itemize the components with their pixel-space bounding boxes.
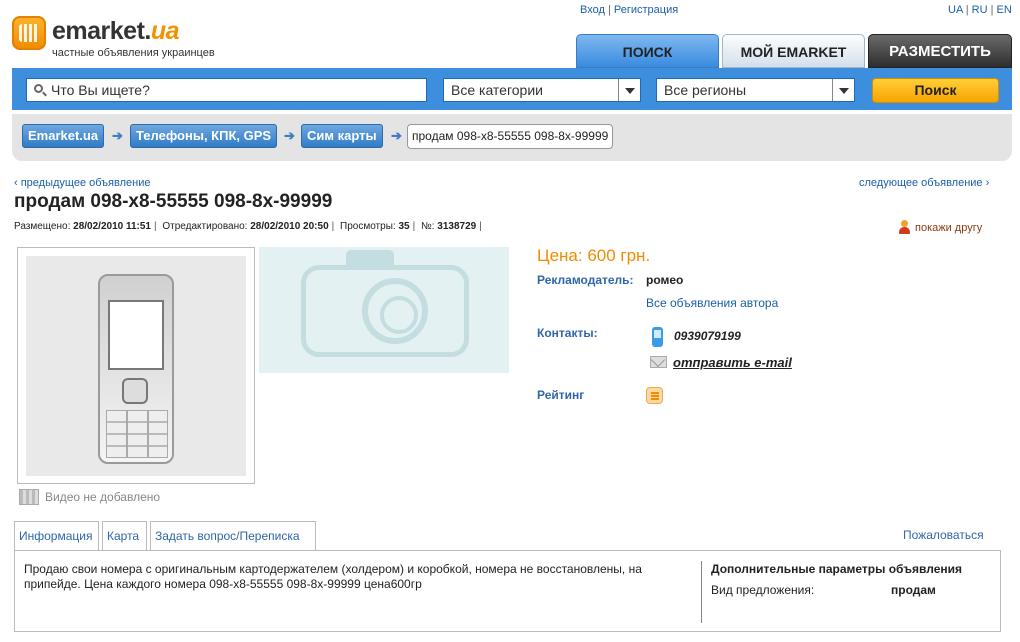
language-switcher: UA | RU | EN [948,4,1012,16]
offer-type-label: Вид предложения: [711,583,815,597]
prev-ad-link[interactable]: ‹ предыдущее объявление [14,177,150,189]
search-button[interactable]: Поиск [872,78,999,103]
next-ad-link[interactable]: следующее объявление › [859,177,989,189]
share-friend-link[interactable]: покажи другу [898,220,982,234]
lang-ru[interactable]: RU [972,4,988,16]
arrow-right-icon: ➔ [284,128,295,143]
logo-tagline: частные объявления украинцев [52,47,215,59]
advertiser-label: Рекламодатель: [537,273,634,287]
rating-icon[interactable] [646,387,663,404]
search-bar: Что Вы ищете? Все категории Все регионы … [12,68,1012,110]
breadcrumb: Emarket.ua ➔ Телефоны, КПК, GPS ➔ Сим ка… [12,114,1012,161]
breadcrumb-sim-cards[interactable]: Сим карты [301,124,383,148]
person-icon [898,220,910,234]
main-photo[interactable] [17,247,255,484]
offer-type-value: продам [891,583,936,597]
envelope-icon [650,356,667,368]
breadcrumb-home[interactable]: Emarket.ua [22,124,105,148]
description-panel: Продаю свои номера с оригинальным картод… [14,550,1001,632]
chevron-down-icon [832,79,854,101]
camera-icon [301,250,469,357]
video-status: Видео не добавлено [19,489,160,505]
tab-information[interactable]: Информация [14,521,99,551]
contacts-label: Контакты: [537,326,598,340]
ad-meta: Размещено: 28/02/2010 11:51 | Отредактиро… [14,221,482,232]
login-link[interactable]: Вход [580,4,605,16]
breadcrumb-current: продам 098-x8-55555 098-8x-99999 [407,124,614,149]
send-email-link[interactable]: отправить e-mail [673,355,792,370]
category-select[interactable]: Все категории [443,78,641,102]
phone-image [98,274,174,464]
arrow-right-icon: ➔ [112,128,123,143]
region-select[interactable]: Все регионы [656,78,855,102]
tab-question[interactable]: Задать вопрос/Переписка [150,521,316,551]
tab-post-ad[interactable]: РАЗМЕСТИТЬ [868,34,1012,68]
extra-params-title: Дополнительные параметры объявления [711,562,963,576]
register-link[interactable]: Регистрация [614,4,678,16]
search-icon [34,84,43,93]
tab-my-emarket[interactable]: МОЙ EMARKET [722,34,865,68]
advertiser-name: ромео [646,273,684,287]
tab-search[interactable]: ПОИСК [576,34,719,68]
breadcrumb-phones[interactable]: Телефоны, КПК, GPS [130,124,278,148]
tab-map[interactable]: Карта [102,521,147,551]
description-text: Продаю свои номера с оригинальным картод… [24,562,642,591]
page-title: продам 098-x8-55555 098-8x-99999 [14,191,333,212]
all-author-ads-link[interactable]: Все объявления автора [646,296,778,310]
price: Цена: 600 грн. [537,246,651,265]
auth-links: Вход | Регистрация [580,4,679,16]
complain-link[interactable]: Пожаловаться [903,528,984,542]
logo-icon [12,16,46,50]
arrow-right-icon: ➔ [391,128,402,143]
chevron-down-icon [618,79,640,101]
search-input[interactable]: Что Вы ищете? [26,78,427,102]
photo-placeholder [259,247,509,373]
lang-en[interactable]: EN [997,4,1012,16]
phone-number: 0939079199 [674,329,741,343]
lang-ua[interactable]: UA [948,4,963,16]
video-icon [19,489,39,505]
divider [701,561,702,623]
rating-label: Рейтинг [537,388,585,402]
logo-text: emarket.ua [52,17,180,45]
